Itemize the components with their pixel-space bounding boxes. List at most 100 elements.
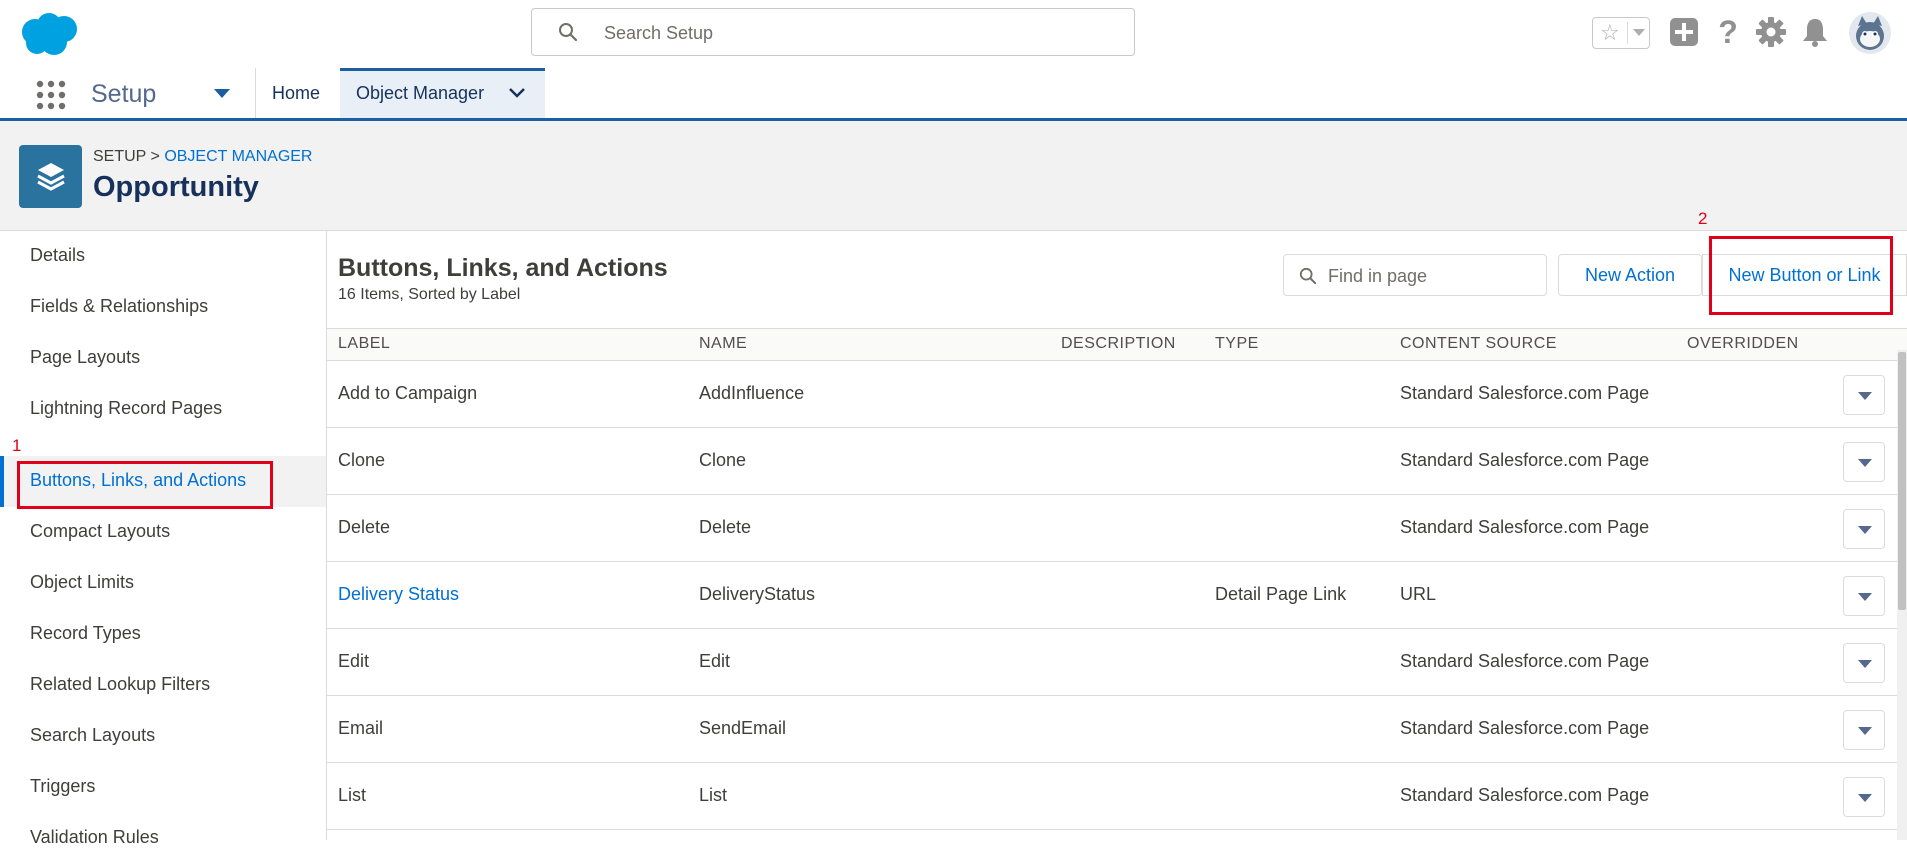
sidebar-item-related-lookup-filters[interactable]: Related Lookup Filters [0, 660, 326, 711]
chevron-down-icon[interactable] [1633, 29, 1645, 36]
cell-type: Detail Page Link [1215, 584, 1347, 604]
tab-home[interactable]: Home [272, 83, 320, 104]
sidebar-item-label: Related Lookup Filters [30, 674, 211, 694]
sidebar-item-label: Object Limits [30, 572, 135, 592]
sidebar-item-record-types[interactable]: Record Types [0, 609, 326, 660]
app-launcher-icon[interactable] [36, 80, 66, 110]
sidebar-item-label: Record Types [30, 623, 141, 643]
add-icon[interactable] [1668, 16, 1700, 48]
table-row: Delivery Status DeliveryStatus Detail Pa… [327, 562, 1897, 629]
sidebar-item-search-layouts[interactable]: Search Layouts [0, 711, 326, 762]
cell-label: List [338, 785, 367, 805]
annotation-number-1: 1 [12, 436, 22, 455]
cell-name: Clone [699, 450, 747, 470]
annotation-number-2: 2 [1698, 209, 1708, 228]
cell-content-source: Standard Salesforce.com Page [1400, 517, 1650, 537]
chevron-down-icon[interactable] [214, 89, 230, 98]
sidebar-item-label: Validation Rules [30, 827, 159, 847]
layers-icon [37, 163, 65, 191]
row-actions-menu[interactable] [1843, 509, 1885, 549]
cell-name: AddInfluence [699, 383, 805, 403]
section-title: Buttons, Links, and Actions [338, 254, 668, 282]
row-actions-menu[interactable] [1843, 710, 1885, 750]
table-row: Delete Delete Standard Salesforce.com Pa… [327, 495, 1897, 562]
cell-label-link[interactable]: Delivery Status [338, 584, 459, 605]
sidebar-item-fields-relationships[interactable]: Fields & Relationships [0, 282, 326, 333]
cell-name: Edit [699, 651, 731, 671]
cell-name: DeliveryStatus [699, 584, 816, 604]
breadcrumb-separator: > [150, 148, 160, 165]
favorites-button[interactable]: ☆ [1592, 17, 1650, 49]
object-icon [19, 145, 82, 208]
sidebar-item-object-limits[interactable]: Object Limits [0, 558, 326, 609]
breadcrumb: SETUP > OBJECT MANAGER [93, 148, 312, 166]
sidebar-item-label: Details [30, 245, 86, 265]
sidebar-item-details[interactable]: Details [0, 231, 326, 282]
sidebar-item-validation-rules[interactable]: Validation Rules [0, 813, 326, 864]
sidebar-item-label: Fields & Relationships [30, 296, 209, 316]
table-row: Edit Edit Standard Salesforce.com Page [327, 629, 1897, 696]
table-header: LABEL NAME DESCRIPTION TYPE CONTENT SOUR… [327, 328, 1907, 361]
search-placeholder: Search Setup [604, 23, 714, 43]
table-scrollbar-thumb[interactable] [1898, 352, 1906, 610]
annotation-highlight-2 [1709, 236, 1893, 315]
setup-search-input[interactable]: Search Setup [531, 8, 1135, 56]
sidebar-item-label: Triggers [30, 776, 96, 796]
table-row: List List Standard Salesforce.com Page [327, 763, 1897, 830]
table-row: Clone Clone Standard Salesforce.com Page [327, 428, 1897, 495]
tab-object-manager-label: Object Manager [356, 83, 485, 103]
find-in-page-placeholder: Find in page [1328, 266, 1428, 286]
cell-name: List [699, 785, 728, 805]
global-header: Search Setup ☆ ? [0, 0, 1907, 68]
cell-label: Edit [338, 651, 370, 671]
cell-content-source: Standard Salesforce.com Page [1400, 718, 1650, 738]
row-actions-menu[interactable] [1843, 576, 1885, 616]
row-actions-menu[interactable] [1843, 375, 1885, 415]
svg-text:?: ? [1718, 16, 1738, 48]
search-icon [1299, 267, 1317, 285]
new-action-button[interactable]: New Action [1558, 254, 1702, 296]
sidebar-item-label: Lightning Record Pages [30, 398, 223, 418]
cell-label: Email [338, 718, 384, 738]
sidebar-item-triggers[interactable]: Triggers [0, 762, 326, 813]
cell-name: Delete [699, 517, 752, 537]
column-header-content-source[interactable]: CONTENT SOURCE [1400, 335, 1557, 353]
avatar[interactable] [1849, 12, 1891, 54]
row-actions-menu[interactable] [1843, 777, 1885, 817]
app-nav-bar: Setup Home Object Manager [0, 68, 1907, 121]
column-header-type[interactable]: TYPE [1215, 335, 1259, 353]
sidebar-item-label: Page Layouts [30, 347, 141, 367]
cell-content-source: URL [1400, 584, 1437, 604]
row-actions-menu[interactable] [1843, 643, 1885, 683]
star-icon: ☆ [1600, 20, 1620, 45]
help-icon[interactable]: ? [1712, 16, 1744, 48]
find-in-page-input[interactable]: Find in page [1283, 254, 1547, 296]
cell-content-source: Standard Salesforce.com Page [1400, 785, 1650, 805]
column-header-label[interactable]: LABEL [338, 335, 390, 353]
app-name: Setup [91, 80, 157, 108]
sidebar-item-lightning-record-pages[interactable]: Lightning Record Pages [0, 384, 326, 435]
object-sidebar: Details Fields & Relationships Page Layo… [0, 231, 327, 847]
column-header-overridden[interactable]: OVERRIDDEN [1687, 335, 1799, 353]
tab-object-manager[interactable]: Object Manager [340, 68, 545, 118]
cell-label: Add to Campaign [338, 383, 478, 403]
nav-divider [255, 68, 256, 118]
cell-content-source: Standard Salesforce.com Page [1400, 651, 1650, 671]
search-icon [559, 23, 578, 42]
sidebar-item-compact-layouts[interactable]: Compact Layouts [0, 507, 326, 558]
bell-icon[interactable] [1799, 16, 1831, 48]
table-row: Email SendEmail Standard Salesforce.com … [327, 696, 1897, 763]
cell-label: Delete [338, 517, 391, 537]
cloud-logo-icon[interactable] [18, 12, 82, 56]
row-actions-menu[interactable] [1843, 442, 1885, 482]
column-header-name[interactable]: NAME [699, 335, 747, 353]
column-header-description[interactable]: DESCRIPTION [1061, 335, 1176, 353]
breadcrumb-setup: SETUP [93, 148, 147, 165]
annotation-highlight-1 [17, 461, 273, 509]
breadcrumb-object-manager[interactable]: OBJECT MANAGER [164, 148, 312, 165]
gear-icon[interactable] [1755, 16, 1787, 48]
chevron-down-icon[interactable] [508, 87, 526, 99]
sidebar-item-page-layouts[interactable]: Page Layouts [0, 333, 326, 384]
page-title: Opportunity [93, 171, 259, 203]
page-header: SETUP > OBJECT MANAGER Opportunity [0, 121, 1907, 231]
